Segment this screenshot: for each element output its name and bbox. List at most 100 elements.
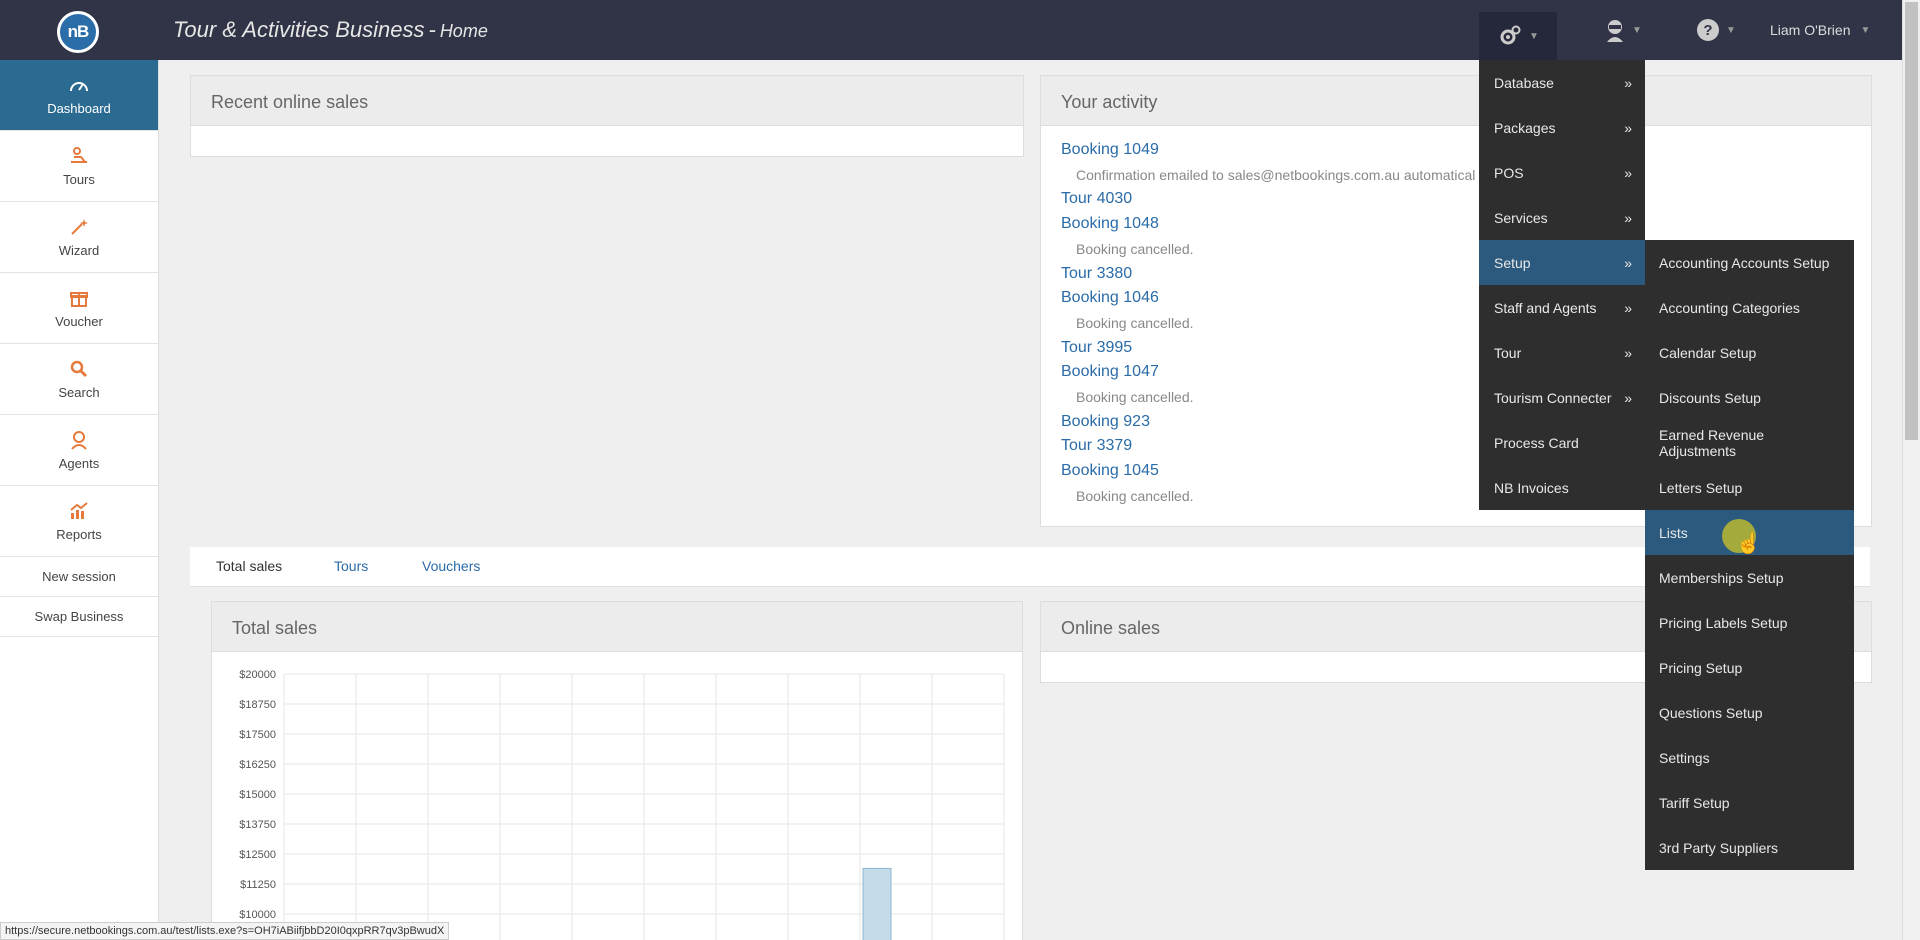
sidebar-item-reports[interactable]: Reports xyxy=(0,486,158,557)
scrollbar-thumb[interactable] xyxy=(1905,2,1918,440)
sidebar-item-tours[interactable]: Tours xyxy=(0,131,158,202)
activity-link[interactable]: Booking 1049 xyxy=(1061,138,1851,163)
gift-icon xyxy=(70,288,88,308)
swap-business-link[interactable]: Swap Business xyxy=(0,597,158,637)
chevron-down-icon: ▼ xyxy=(1860,24,1871,36)
ninja-dropdown-button[interactable]: ▼ xyxy=(1604,12,1642,48)
page-scrollbar[interactable] xyxy=(1902,0,1920,940)
submenu-item-label: Settings xyxy=(1659,749,1710,766)
tab-vouchers[interactable]: Vouchers xyxy=(422,558,480,574)
sidebar-item-voucher[interactable]: Voucher xyxy=(0,273,158,344)
submenu-item-discounts-setup[interactable]: Discounts Setup xyxy=(1645,375,1854,420)
menu-item-label: Tourism Connecter xyxy=(1494,389,1612,406)
submenu-arrow-icon: » xyxy=(1624,389,1632,406)
y-tick-label: $18750 xyxy=(239,699,276,711)
help-dropdown-button[interactable]: ? ▼ xyxy=(1696,12,1736,48)
menu-item-label: POS xyxy=(1494,164,1524,181)
menu-item-label: Tour xyxy=(1494,344,1522,361)
submenu-item-letters-setup[interactable]: Letters Setup xyxy=(1645,465,1854,510)
submenu-item-settings[interactable]: Settings xyxy=(1645,735,1854,780)
sidebar-item-label: Search xyxy=(58,384,100,400)
status-url: https://secure.netbookings.com.au/test/l… xyxy=(0,922,450,940)
wand-icon xyxy=(70,217,88,237)
ninja-icon xyxy=(1607,20,1623,42)
submenu-item-calendar-setup[interactable]: Calendar Setup xyxy=(1645,330,1854,375)
sidebar-item-label: Reports xyxy=(56,526,102,542)
total-sales-panel: Total sales $20000 $18750 $17500 $16250 $150… xyxy=(211,601,1023,940)
submenu-item-pricing-setup[interactable]: Pricing Setup xyxy=(1645,645,1854,690)
panel-title: Recent online sales xyxy=(191,76,1023,126)
submenu-item-label: Lists xyxy=(1659,524,1688,541)
chevron-down-icon: ▼ xyxy=(1632,24,1642,36)
submenu-arrow-icon: » xyxy=(1624,254,1632,271)
tours-icon xyxy=(69,146,89,166)
search-icon xyxy=(70,359,88,379)
submenu-item-questions-setup[interactable]: Questions Setup xyxy=(1645,690,1854,735)
activity-link[interactable]: Booking 1048 xyxy=(1061,212,1851,237)
user-name: Liam O'Brien xyxy=(1770,22,1851,38)
menu-item-tourism-connecter[interactable]: Tourism Connecter » xyxy=(1479,375,1645,420)
tab-tours[interactable]: Tours xyxy=(334,558,368,574)
submenu-item-label: Pricing Setup xyxy=(1659,659,1743,676)
submenu-item-label: Calendar Setup xyxy=(1659,344,1757,361)
sidebar-item-label: Agents xyxy=(58,455,100,471)
panel-title: Your activity xyxy=(1041,76,1871,126)
sidebar-item-agents[interactable]: Agents xyxy=(0,415,158,486)
submenu-arrow-icon: » xyxy=(1624,164,1632,181)
activity-link[interactable]: Tour 4030 xyxy=(1061,187,1851,212)
y-tick-label: $16250 xyxy=(239,759,276,771)
submenu-item-label: Accounting Categories xyxy=(1659,299,1800,316)
submenu-arrow-icon: » xyxy=(1624,209,1632,226)
new-session-link[interactable]: New session xyxy=(0,557,158,597)
submenu-item-memberships-setup[interactable]: Memberships Setup xyxy=(1645,555,1854,600)
sidebar-item-wizard[interactable]: Wizard xyxy=(0,202,158,273)
menu-item-tour[interactable]: Tour » xyxy=(1479,330,1645,375)
submenu-arrow-icon: » xyxy=(1624,299,1632,316)
activity-note: Confirmation emailed to sales@netbooking… xyxy=(1076,166,1476,183)
bar[interactable] xyxy=(862,867,892,940)
submenu-item-tariff-setup[interactable]: Tariff Setup xyxy=(1645,780,1854,825)
menu-item-packages[interactable]: Packages » xyxy=(1479,105,1645,150)
business-name: Tour & Activities Business xyxy=(173,17,425,42)
submenu-item-accounting-categories[interactable]: Accounting Categories xyxy=(1645,285,1854,330)
settings-menu: Database» Packages» POS» Services» Setup» Sta… xyxy=(1479,60,1645,510)
title-separator: - xyxy=(428,17,436,42)
settings-dropdown-button[interactable]: ▼ xyxy=(1479,12,1557,60)
y-tick-label: $10000 xyxy=(239,909,276,921)
menu-item-services[interactable]: Services » xyxy=(1479,195,1645,240)
sidebar-item-label: Dashboard xyxy=(47,100,111,116)
menu-item-label: Database xyxy=(1494,74,1554,91)
gauge-icon xyxy=(69,75,89,95)
sidebar-item-search[interactable]: Search xyxy=(0,344,158,415)
menu-item-process-card[interactable]: Process Card xyxy=(1479,420,1645,465)
logo[interactable]: nB xyxy=(57,11,99,53)
menu-item-pos[interactable]: POS » xyxy=(1479,150,1645,195)
submenu-item-label: Letters Setup xyxy=(1659,479,1743,496)
submenu-item-3rd-party-suppliers[interactable]: 3rd Party Suppliers xyxy=(1645,825,1854,870)
y-tick-label: $15000 xyxy=(239,789,276,801)
submenu-arrow-icon: » xyxy=(1624,74,1632,91)
submenu-item-label: Tariff Setup xyxy=(1659,794,1730,811)
submenu-item-pricing-labels-setup[interactable]: Pricing Labels Setup xyxy=(1645,600,1854,645)
y-tick-label: $13750 xyxy=(239,819,276,831)
submenu-item-label: 3rd Party Suppliers xyxy=(1659,839,1779,856)
top-navbar: nB Tour & Activities Business - Home ▼ ▼ ?… xyxy=(0,0,1902,60)
menu-item-nb-invoices[interactable]: NB Invoices xyxy=(1479,465,1645,510)
submenu-arrow-icon: » xyxy=(1624,119,1632,136)
question-icon: ? xyxy=(1697,19,1719,41)
user-menu-button[interactable]: Liam O'Brien ▼ xyxy=(1770,12,1870,48)
menu-item-label: Setup xyxy=(1494,254,1531,271)
menu-item-staff-and-agents[interactable]: Staff and Agents » xyxy=(1479,285,1645,330)
agent-icon xyxy=(70,430,88,450)
menu-item-database[interactable]: Database » xyxy=(1479,60,1645,105)
submenu-item-accounting-accounts-setup[interactable]: Accounting Accounts Setup xyxy=(1645,240,1854,285)
total-sales-chart: $20000 $18750 $17500 $16250 $15000 $13750 $125… xyxy=(239,669,1005,940)
submenu-item-earned-revenue-adjustments[interactable]: Earned Revenue Adjustments xyxy=(1645,420,1854,465)
menu-item-setup[interactable]: Setup » xyxy=(1479,240,1645,285)
menu-item-label: NB Invoices xyxy=(1494,479,1569,496)
sidebar-item-dashboard[interactable]: Dashboard xyxy=(0,60,158,131)
y-tick-label: $11250 xyxy=(240,879,276,891)
menu-item-label: Packages xyxy=(1494,119,1556,136)
tab-total-sales[interactable]: Total sales xyxy=(216,558,282,574)
menu-item-label: Process Card xyxy=(1494,434,1579,451)
